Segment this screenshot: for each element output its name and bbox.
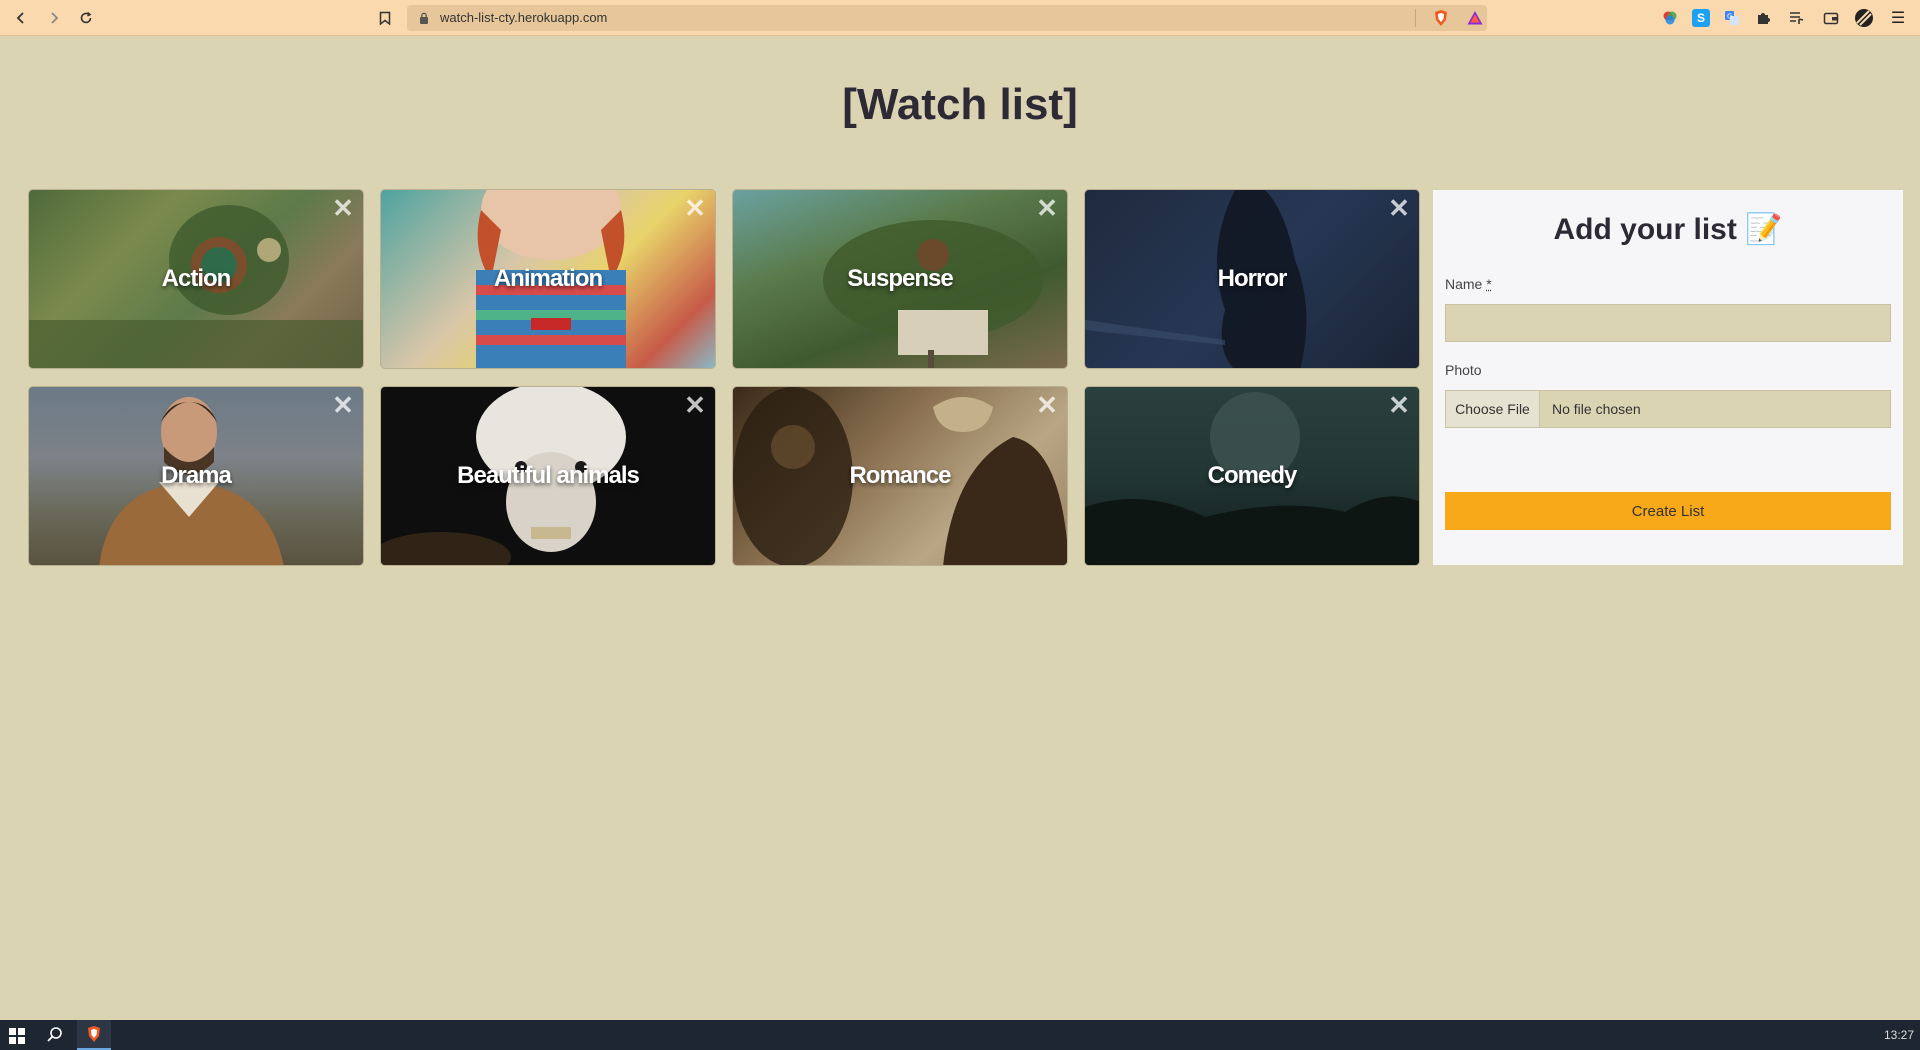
name-input[interactable] <box>1445 304 1891 342</box>
address-bar[interactable]: watch-list-cty.herokuapp.com <box>407 5 1487 31</box>
windows-start-icon[interactable] <box>9 1028 25 1044</box>
list-card-animation[interactable]: Animation ✕ <box>380 189 716 369</box>
page-title: [Watch list] <box>842 80 1078 129</box>
name-label-text: Name <box>1445 276 1483 292</box>
card-title: Beautiful animals <box>457 462 640 489</box>
brave-shield-icon[interactable] <box>1432 9 1450 27</box>
name-label: Name * <box>1445 276 1492 292</box>
brave-rewards-icon[interactable] <box>1466 9 1484 27</box>
photo-label: Photo <box>1445 362 1482 378</box>
file-status: No file chosen <box>1552 401 1641 417</box>
browser-toolbar: watch-list-cty.herokuapp.com S G ☰ <box>0 0 1920 36</box>
url-text: watch-list-cty.herokuapp.com <box>440 10 608 25</box>
close-icon[interactable]: ✕ <box>331 195 355 221</box>
translate-icon[interactable]: G <box>1723 9 1741 27</box>
color-extension-icon[interactable] <box>1661 9 1679 27</box>
forward-icon[interactable] <box>42 6 66 30</box>
close-icon[interactable]: ✕ <box>1035 195 1059 221</box>
list-card-action[interactable]: Action ✕ <box>28 189 364 369</box>
card-title: Comedy <box>1207 462 1298 489</box>
card-title: Animation <box>493 265 603 292</box>
add-list-panel: Add your list 📝 Name * Photo Choose File… <box>1433 190 1903 565</box>
list-card-suspense[interactable]: Suspense ✕ <box>732 189 1068 369</box>
reload-icon[interactable] <box>74 6 98 30</box>
card-title: Drama <box>161 462 232 489</box>
list-card-comedy[interactable]: Comedy ✕ <box>1084 386 1420 566</box>
choose-file-button[interactable]: Choose File <box>1446 391 1540 427</box>
close-icon[interactable]: ✕ <box>683 392 707 418</box>
list-card-drama[interactable]: Drama ✕ <box>28 386 364 566</box>
close-icon[interactable]: ✕ <box>1387 195 1411 221</box>
wallet-icon[interactable] <box>1822 9 1840 27</box>
card-title: Action <box>161 265 232 292</box>
list-card-horror[interactable]: Horror ✕ <box>1084 189 1420 369</box>
required-marker: * <box>1486 276 1492 292</box>
bookmark-icon[interactable] <box>375 6 395 30</box>
close-icon[interactable]: ✕ <box>1387 392 1411 418</box>
menu-icon[interactable]: ☰ <box>1889 9 1907 27</box>
create-list-button[interactable]: Create List <box>1445 492 1891 530</box>
card-title: Suspense <box>847 265 953 292</box>
close-icon[interactable]: ✕ <box>1035 392 1059 418</box>
profile-avatar-icon[interactable] <box>1855 9 1873 27</box>
taskbar: 13:27 <box>0 1020 1920 1050</box>
search-icon[interactable] <box>46 1026 64 1044</box>
list-card-beautiful-animals[interactable]: Beautiful animals ✕ <box>380 386 716 566</box>
divider <box>1415 9 1416 27</box>
brave-browser-taskbar-icon[interactable] <box>77 1020 111 1050</box>
close-icon[interactable]: ✕ <box>683 195 707 221</box>
puzzle-icon[interactable] <box>1755 9 1773 27</box>
photo-file-input[interactable]: Choose File No file chosen <box>1445 390 1891 428</box>
form-title: Add your list 📝 <box>1553 213 1783 246</box>
card-title: Horror <box>1217 265 1288 292</box>
back-icon[interactable] <box>9 6 33 30</box>
card-title: Romance <box>849 462 951 489</box>
s-extension-icon[interactable]: S <box>1692 9 1710 27</box>
taskbar-clock: 13:27 <box>1883 1028 1914 1042</box>
playlist-icon[interactable] <box>1788 9 1806 27</box>
svg-text:G: G <box>1727 13 1732 21</box>
list-card-romance[interactable]: Romance ✕ <box>732 386 1068 566</box>
lock-icon <box>419 11 429 24</box>
close-icon[interactable]: ✕ <box>331 392 355 418</box>
